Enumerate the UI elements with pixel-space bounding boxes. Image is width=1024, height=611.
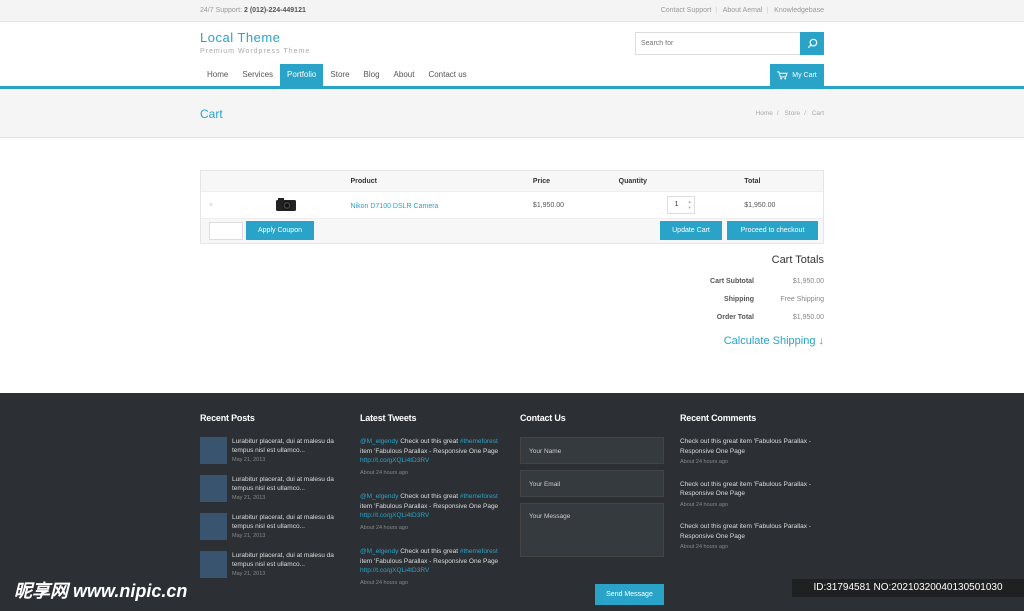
site-title: Local Theme — [200, 30, 281, 45]
nav-about[interactable]: About — [387, 64, 422, 86]
nav-store[interactable]: Store — [323, 64, 356, 86]
main-nav: Home Services Portfolio Store Blog About… — [200, 64, 474, 86]
quantity-value: 1 — [674, 201, 679, 208]
col-price: Price — [532, 177, 551, 185]
list-item[interactable]: Lurabitur placerat, dui at malesu da temp… — [200, 437, 340, 464]
recent-comments-widget: Recent Comments Check out this great ite… — [680, 413, 824, 565]
cart-table-header: Product Price Quantity Total — [201, 171, 823, 192]
col-product: Product — [350, 177, 377, 185]
tweet-user[interactable]: @M_elgendy — [360, 493, 398, 500]
post-thumbnail[interactable] — [200, 437, 227, 464]
latest-tweets-widget: Latest Tweets @M_elgendy Check out this … — [360, 413, 500, 602]
name-field[interactable]: Your Name — [520, 437, 664, 464]
list-item[interactable]: Lurabitur placerat, dui at malesu da temp… — [200, 513, 340, 540]
product-link[interactable]: Nikon D7100 DSLR Camera — [351, 203, 439, 210]
watermark-id: ID:31794581 NO:20210320040130501030 — [792, 579, 1024, 597]
list-item: @M_elgendy Check out this great #themefo… — [360, 438, 499, 476]
top-links: Contact Support | About Aemal | Knowledgeb… — [660, 7, 824, 14]
watermark-logo: 昵享网 www.nipic.cn — [14, 581, 188, 601]
tweet-link[interactable]: http://t.co/gXQLi4tD3RV — [360, 457, 429, 464]
shipping-row: Shipping Free Shipping — [724, 295, 824, 303]
email-field[interactable]: Your Email — [520, 470, 664, 497]
breadcrumb-store[interactable]: Store — [785, 110, 801, 117]
item-price: $1,950.00 — [532, 201, 565, 209]
tweet-link[interactable]: http://t.co/gXQLi4tD3RV — [360, 512, 429, 519]
nav-services[interactable]: Services — [235, 64, 280, 86]
quantity-stepper[interactable]: 1 ▲ ▼ — [666, 196, 695, 214]
contact-widget: Contact Us Your Name Your Email Your Mes… — [520, 413, 670, 611]
link-knowledgebase[interactable]: Knowledgebase — [774, 7, 824, 14]
nav-blog[interactable]: Blog — [357, 64, 387, 86]
site-logo[interactable]: Local Theme Premium Wordpress Theme — [200, 30, 310, 55]
nav-contact[interactable]: Contact us — [421, 64, 473, 86]
site-tagline: Premium Wordpress Theme — [200, 48, 311, 55]
item-total: $1,950.00 — [744, 201, 776, 209]
post-thumbnail[interactable] — [200, 551, 227, 578]
main-content: Product Price Quantity Total × Nikon D71… — [0, 138, 1024, 392]
subtotal-row: Cart Subtotal $1,950.00 — [710, 277, 824, 285]
camera-icon — [275, 197, 296, 211]
post-thumbnail[interactable] — [200, 475, 227, 502]
coupon-input[interactable] — [209, 222, 243, 240]
recent-posts-widget: Recent Posts Lurabitur placerat, dui at … — [200, 413, 340, 589]
table-row: × Nikon D7100 DSLR Camera $1,950.00 1 ▲ ▼… — [201, 192, 823, 219]
page-title: Cart — [200, 107, 223, 121]
cart-totals-title: Cart Totals — [771, 254, 824, 266]
site-header: Local Theme Premium Wordpress Theme Home… — [0, 22, 1024, 89]
breadcrumb-current: Cart — [811, 110, 824, 117]
shopping-cart-icon — [777, 70, 788, 80]
nav-home[interactable]: Home — [200, 64, 235, 86]
list-item: @M_elgendy Check out this great #themefo… — [360, 493, 499, 531]
top-bar: 24/7 Support: 2 (012)-224-449121 Contact… — [0, 0, 1024, 22]
col-quantity: Quantity — [618, 177, 648, 185]
search-icon — [807, 38, 817, 49]
calculate-shipping-link[interactable]: Calculate Shipping ↓ — [624, 335, 824, 347]
link-about[interactable]: About Aemal — [723, 7, 763, 14]
remove-item-button[interactable]: × — [201, 202, 221, 209]
update-cart-button[interactable]: Update Cart — [660, 221, 722, 240]
checkout-button[interactable]: Proceed to checkout — [727, 221, 818, 240]
post-thumbnail[interactable] — [200, 513, 227, 540]
search-input[interactable] — [636, 33, 801, 54]
quantity-spinner-icon[interactable]: ▲ ▼ — [688, 199, 692, 211]
page-title-bar: Cart Home / Store / Cart — [0, 89, 1024, 138]
latest-tweets-title: Latest Tweets — [360, 413, 417, 423]
support-info: 24/7 Support: 2 (012)-224-449121 — [200, 7, 306, 14]
recent-comments-title: Recent Comments — [680, 413, 757, 423]
product-thumbnail[interactable] — [221, 197, 351, 214]
list-item: @M_elgendy Check out this great #themefo… — [360, 548, 499, 586]
cart-totals: Cart Totals Cart Subtotal $1,950.00 Ship… — [624, 254, 824, 347]
cart-actions: Apply Coupon Update Cart Proceed to chec… — [201, 219, 823, 243]
search-box — [635, 32, 824, 55]
recent-posts-title: Recent Posts — [200, 413, 255, 423]
tweet-user[interactable]: @M_elgendy — [360, 438, 398, 445]
contact-title: Contact Us — [520, 413, 566, 423]
breadcrumb-home[interactable]: Home — [756, 110, 773, 117]
list-item[interactable]: Check out this great item 'Fabulous Para… — [680, 480, 824, 511]
tweet-user[interactable]: @M_elgendy — [360, 548, 398, 555]
apply-coupon-button[interactable]: Apply Coupon — [246, 221, 314, 240]
tweet-link[interactable]: http://t.co/gXQLi4tD3RV — [360, 567, 429, 574]
my-cart-label: My Cart — [792, 71, 817, 79]
list-item[interactable]: Lurabitur placerat, dui at malesu da temp… — [200, 551, 340, 578]
send-message-button[interactable]: Send Message — [595, 584, 664, 605]
nav-portfolio[interactable]: Portfolio — [280, 64, 324, 86]
cart-table: Product Price Quantity Total × Nikon D71… — [200, 170, 824, 244]
order-total-row: Order Total $1,950.00 — [716, 313, 824, 321]
link-contact-support[interactable]: Contact Support — [661, 7, 712, 14]
breadcrumb: Home / Store / Cart — [755, 110, 824, 117]
col-total: Total — [744, 177, 761, 185]
message-field[interactable]: Your Message — [520, 503, 664, 557]
list-item[interactable]: Check out this great item 'Fabulous Para… — [680, 522, 824, 553]
list-item[interactable]: Lurabitur placerat, dui at malesu da temp… — [200, 475, 340, 502]
support-phone: 2 (012)-224-449121 — [243, 7, 306, 14]
my-cart-button[interactable]: My Cart — [770, 64, 824, 86]
list-item[interactable]: Check out this great item 'Fabulous Para… — [680, 437, 824, 468]
search-button[interactable] — [800, 32, 824, 55]
